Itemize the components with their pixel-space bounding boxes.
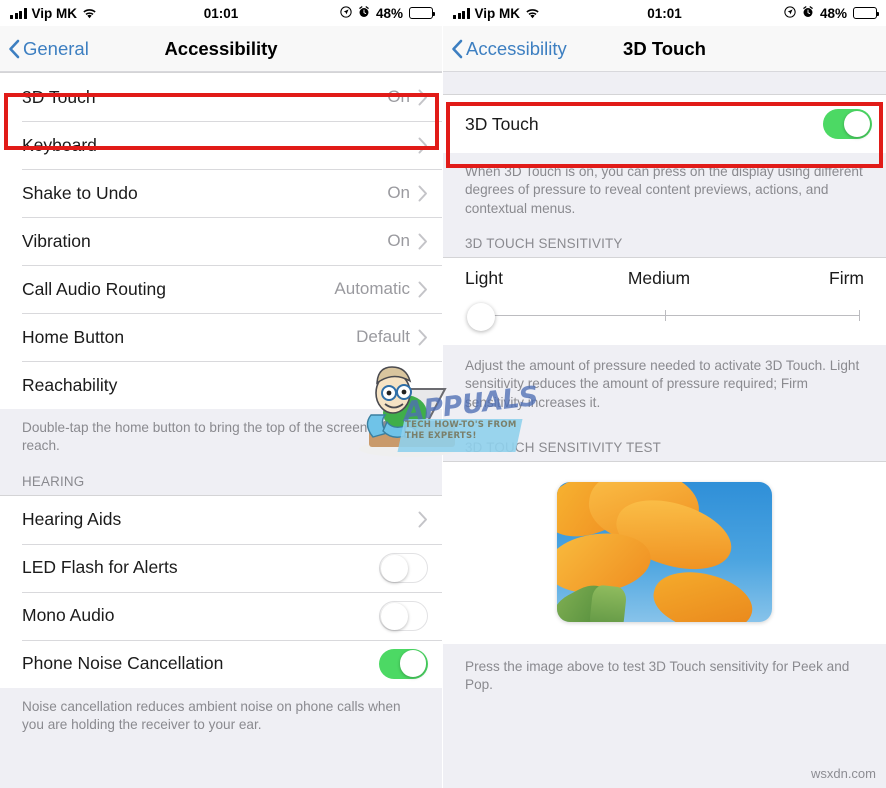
list-item-label: Call Audio Routing <box>22 278 166 299</box>
list-item-value: On <box>387 183 410 202</box>
section-header-sensitivity: 3D TOUCH SENSITIVITY <box>443 222 886 258</box>
chevron-right-icon <box>418 329 428 346</box>
status-bar-right: Vip MK 01:01 48% <box>443 0 886 26</box>
list-item-label: Phone Noise Cancellation <box>22 653 224 674</box>
back-button-general[interactable]: General <box>0 38 89 60</box>
top-spacer <box>443 72 886 94</box>
slider-label-medium: Medium <box>627 268 691 289</box>
sensitivity-test-group <box>443 461 886 645</box>
list-item-mono-audio[interactable]: Mono Audio <box>0 591 442 640</box>
slider-knob[interactable] <box>467 303 495 332</box>
hearing-settings-group: Hearing Aids LED Flash for Alerts Mono A… <box>0 494 442 688</box>
back-button-accessibility[interactable]: Accessibility <box>443 38 567 60</box>
noise-cancellation-footnote: Noise cancellation reduces ambient noise… <box>0 687 442 739</box>
list-item-keyboard[interactable]: Keyboard <box>0 121 442 169</box>
list-item-led-flash-for-alerts[interactable]: LED Flash for Alerts <box>0 543 442 592</box>
slider-tick-medium <box>664 310 666 322</box>
list-item-label: Reachability <box>22 374 118 395</box>
alarm-clock-icon <box>802 5 814 21</box>
list-item-value: On <box>387 231 410 250</box>
list-item-3d-touch-toggle[interactable]: 3D Touch <box>443 95 886 153</box>
toggle-led-flash-for-alerts[interactable] <box>379 552 428 583</box>
list-item-label: 3D Touch <box>22 86 96 107</box>
3d-touch-toggle-group: 3D Touch <box>443 94 886 153</box>
nav-bar-left: General Accessibility <box>0 26 442 72</box>
reachability-footnote: Double-tap the home button to bring the … <box>0 409 442 460</box>
slider-label-light: Light <box>465 268 503 289</box>
list-item-label: Keyboard <box>22 134 97 155</box>
chevron-right-icon <box>418 233 428 250</box>
list-item-phone-noise-cancellation[interactable]: Phone Noise Cancellation <box>0 639 442 688</box>
list-item-value: Default <box>356 327 410 346</box>
back-button-label: Accessibility <box>466 37 567 59</box>
chevron-right-icon <box>418 281 428 298</box>
location-arrow-icon <box>784 5 796 21</box>
dual-screenshot-container: Vip MK 01:01 48% General Accessibility 3… <box>0 0 886 788</box>
status-bar-right-group: 48% <box>784 6 886 21</box>
slider-label-firm: Firm <box>829 268 864 289</box>
section-header-sensitivity-test: 3D TOUCH SENSITIVITY TEST <box>443 416 886 462</box>
back-button-label: General <box>23 37 89 59</box>
left-phone-screen: Vip MK 01:01 48% General Accessibility 3… <box>0 0 443 788</box>
slider-track <box>487 315 860 317</box>
list-item-shake-to-undo[interactable]: Shake to Undo On <box>0 169 442 217</box>
list-item-value: On <box>387 87 410 106</box>
list-item-home-button[interactable]: Home Button Default <box>0 313 442 361</box>
list-item-call-audio-routing[interactable]: Call Audio Routing Automatic <box>0 265 442 313</box>
nav-bar-right: Accessibility 3D Touch <box>443 26 886 72</box>
list-item-vibration[interactable]: Vibration On <box>0 217 442 265</box>
list-item-label: 3D Touch <box>465 113 539 134</box>
list-item-label: Mono Audio <box>22 605 115 626</box>
chevron-right-icon <box>418 511 428 528</box>
right-phone-screen: Vip MK 01:01 48% Accessibility 3D Touch … <box>443 0 886 788</box>
status-bar-right-group: 48% <box>340 6 442 21</box>
list-item-3d-touch[interactable]: 3D Touch On <box>0 73 442 121</box>
chevron-right-icon <box>418 185 428 202</box>
chevron-left-icon <box>451 39 463 59</box>
poppy-flowers-test-image[interactable] <box>557 482 772 623</box>
battery-icon <box>853 7 880 19</box>
location-arrow-icon <box>340 5 352 21</box>
battery-percent-label: 48% <box>375 5 403 21</box>
chevron-left-icon <box>8 39 20 59</box>
chevron-right-icon <box>418 137 428 154</box>
chevron-right-icon <box>418 89 428 106</box>
3d-touch-footnote: When 3D Touch is on, you can press on th… <box>443 153 886 223</box>
sensitivity-scale-labels: Light Medium Firm <box>443 268 886 289</box>
toggle-phone-noise-cancellation[interactable] <box>379 648 428 679</box>
interaction-settings-group: 3D Touch On Keyboard Shake to Undo On Vi… <box>0 72 442 409</box>
status-bar-left: Vip MK 01:01 48% <box>0 0 442 26</box>
site-watermark: wsxdn.com <box>810 766 876 781</box>
section-header-hearing: HEARING <box>0 459 442 495</box>
toggle-mono-audio[interactable] <box>379 600 428 631</box>
list-item-label: Shake to Undo <box>22 182 138 203</box>
alarm-clock-icon <box>358 5 370 21</box>
list-item-label: Vibration <box>22 230 91 251</box>
list-item-label: LED Flash for Alerts <box>22 557 178 578</box>
sensitivity-slider-group: Light Medium Firm <box>443 257 886 346</box>
list-item-reachability[interactable]: Reachability <box>0 361 442 409</box>
sensitivity-test-footnote: Press the image above to test 3D Touch s… <box>443 644 886 699</box>
slider-tick-firm <box>858 310 860 322</box>
list-item-label: Hearing Aids <box>22 509 122 530</box>
sensitivity-slider[interactable] <box>463 299 866 332</box>
list-item-label: Home Button <box>22 326 125 347</box>
sensitivity-footnote: Adjust the amount of pressure needed to … <box>443 345 886 417</box>
toggle-3d-touch[interactable] <box>823 109 872 139</box>
list-item-value: Automatic <box>334 279 410 298</box>
battery-icon <box>409 7 436 19</box>
battery-percent-label: 48% <box>819 5 847 21</box>
list-item-hearing-aids[interactable]: Hearing Aids <box>0 495 442 544</box>
